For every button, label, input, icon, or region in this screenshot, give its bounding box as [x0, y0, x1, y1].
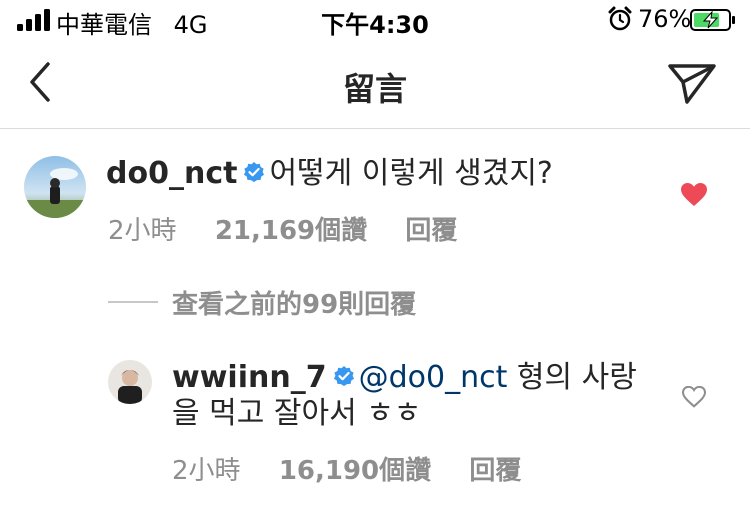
status-bar: 中華電信 4G 下午4:30 76%	[0, 0, 750, 40]
replies-divider-line	[108, 301, 158, 303]
comment-username[interactable]: do0_nct	[106, 156, 237, 191]
comment-meta: 2小時 21,169個讚 回覆	[108, 210, 487, 247]
comment-body: do0_nct 어떻게 이렇게 생겼지?	[106, 156, 553, 192]
reply-meta: 2小時 16,190個讚 回覆	[172, 450, 551, 487]
view-replies-label: 查看之前的99則回覆	[172, 290, 417, 320]
reply-body: wwiinn_7 @do0_nct 형의 사랑 을 먹고 잘아서 ㅎㅎ	[172, 360, 637, 432]
reply-text-line-1: 형의 사랑	[516, 360, 637, 395]
verified-badge-icon	[244, 161, 265, 182]
battery-charging-icon	[690, 9, 735, 31]
avatar[interactable]	[24, 156, 86, 218]
reply-text-line-2: 을 먹고 잘아서 ㅎㅎ	[172, 396, 422, 431]
reply-button[interactable]: 回覆	[405, 216, 457, 246]
liked-heart-icon[interactable]	[680, 182, 708, 208]
reply-time: 2小時	[172, 456, 241, 486]
heart-outline-icon[interactable]	[682, 386, 706, 408]
reply-mention-link[interactable]: @do0_nct	[359, 360, 508, 395]
direct-send-icon[interactable]	[667, 62, 717, 106]
comment-time: 2小時	[108, 216, 177, 246]
comments-header: 留言	[0, 40, 750, 129]
reply-line-1: wwiinn_7 @do0_nct 형의 사랑	[172, 360, 637, 396]
comment-text: 어떻게 이렇게 생겼지?	[269, 156, 553, 191]
comment-likes-count[interactable]: 21,169個讚	[215, 216, 367, 246]
verified-badge-icon	[333, 365, 354, 386]
reply-username[interactable]: wwiinn_7	[172, 360, 327, 395]
alarm-clock-icon	[608, 6, 632, 31]
reply-likes-count[interactable]: 16,190個讚	[279, 456, 431, 486]
avatar[interactable]	[108, 360, 152, 404]
reply-button[interactable]: 回覆	[469, 456, 521, 486]
page-title: 留言	[342, 70, 407, 108]
battery-percentage: 76%	[638, 5, 692, 33]
